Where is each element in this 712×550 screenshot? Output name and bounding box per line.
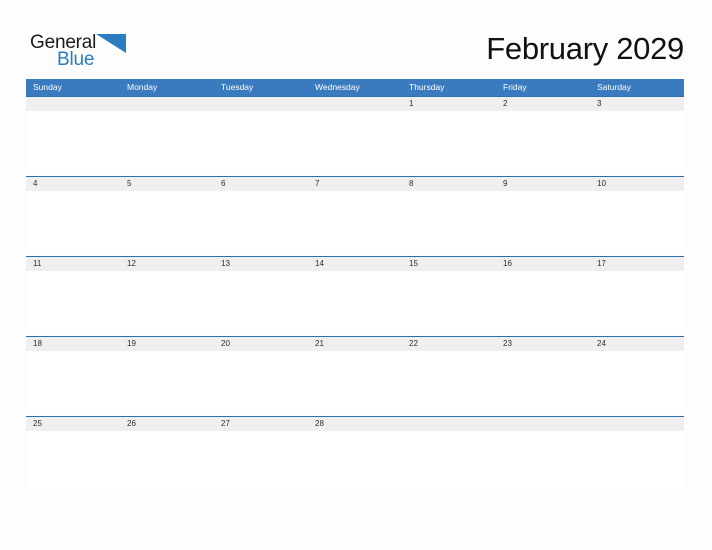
day-cell[interactable]: 2: [496, 97, 590, 111]
weekday-header-tuesday: Tuesday: [221, 82, 254, 92]
week-row: 25 26 27 28: [26, 416, 684, 496]
weekday-header-sunday: Sunday: [33, 82, 62, 92]
week-row: 1 2 3: [26, 96, 684, 176]
day-cell[interactable]: 5: [120, 177, 214, 191]
week-date-band: 1 2 3: [26, 96, 684, 111]
day-cell[interactable]: 12: [120, 257, 214, 271]
week-body: [26, 351, 684, 415]
week-row: 11 12 13 14 15 16 17: [26, 256, 684, 336]
day-cell[interactable]: [590, 417, 684, 431]
weekday-header-row: Sunday Monday Tuesday Wednesday Thursday…: [26, 79, 684, 96]
day-cell[interactable]: 27: [214, 417, 308, 431]
week-row: 18 19 20 21 22 23 24: [26, 336, 684, 416]
day-cell[interactable]: 6: [214, 177, 308, 191]
triangle-flag-icon: [96, 34, 126, 56]
calendar-title: February 2029: [486, 31, 684, 66]
day-cell[interactable]: 8: [402, 177, 496, 191]
general-blue-logo[interactable]: General Blue: [30, 33, 140, 73]
day-cell[interactable]: 22: [402, 337, 496, 351]
day-cell[interactable]: 26: [120, 417, 214, 431]
week-body: [26, 111, 684, 175]
day-cell[interactable]: 16: [496, 257, 590, 271]
day-cell[interactable]: 7: [308, 177, 402, 191]
day-cell[interactable]: 23: [496, 337, 590, 351]
day-cell[interactable]: 1: [402, 97, 496, 111]
day-cell[interactable]: 20: [214, 337, 308, 351]
day-cell[interactable]: 15: [402, 257, 496, 271]
day-cell[interactable]: 13: [214, 257, 308, 271]
day-cell[interactable]: [214, 97, 308, 111]
day-cell[interactable]: 25: [26, 417, 120, 431]
day-cell[interactable]: 17: [590, 257, 684, 271]
week-row: 4 5 6 7 8 9 10: [26, 176, 684, 256]
page-header: General Blue February 2029: [0, 0, 712, 78]
day-cell[interactable]: [26, 97, 120, 111]
weekday-header-monday: Monday: [127, 82, 158, 92]
week-date-band: 11 12 13 14 15 16 17: [26, 256, 684, 271]
day-cell[interactable]: 14: [308, 257, 402, 271]
day-cell[interactable]: [120, 97, 214, 111]
day-cell[interactable]: 10: [590, 177, 684, 191]
week-body: [26, 271, 684, 335]
day-cell[interactable]: [308, 97, 402, 111]
week-date-band: 18 19 20 21 22 23 24: [26, 336, 684, 351]
weekday-header-wednesday: Wednesday: [315, 82, 360, 92]
day-cell[interactable]: 9: [496, 177, 590, 191]
day-cell[interactable]: [402, 417, 496, 431]
day-cell[interactable]: 19: [120, 337, 214, 351]
day-cell[interactable]: 28: [308, 417, 402, 431]
day-cell[interactable]: 24: [590, 337, 684, 351]
weekday-header-thursday: Thursday: [409, 82, 445, 92]
week-date-band: 25 26 27 28: [26, 416, 684, 431]
week-body: [26, 191, 684, 255]
week-date-band: 4 5 6 7 8 9 10: [26, 176, 684, 191]
week-body: [26, 431, 684, 495]
weekday-header-saturday: Saturday: [597, 82, 632, 92]
day-cell[interactable]: 11: [26, 257, 120, 271]
day-cell[interactable]: 4: [26, 177, 120, 191]
brand-name-blue: Blue: [57, 49, 95, 70]
weekday-header-friday: Friday: [503, 82, 527, 92]
day-cell[interactable]: 18: [26, 337, 120, 351]
day-cell[interactable]: 3: [590, 97, 684, 111]
day-cell[interactable]: 21: [308, 337, 402, 351]
day-cell[interactable]: [496, 417, 590, 431]
calendar-grid: Sunday Monday Tuesday Wednesday Thursday…: [26, 79, 684, 496]
